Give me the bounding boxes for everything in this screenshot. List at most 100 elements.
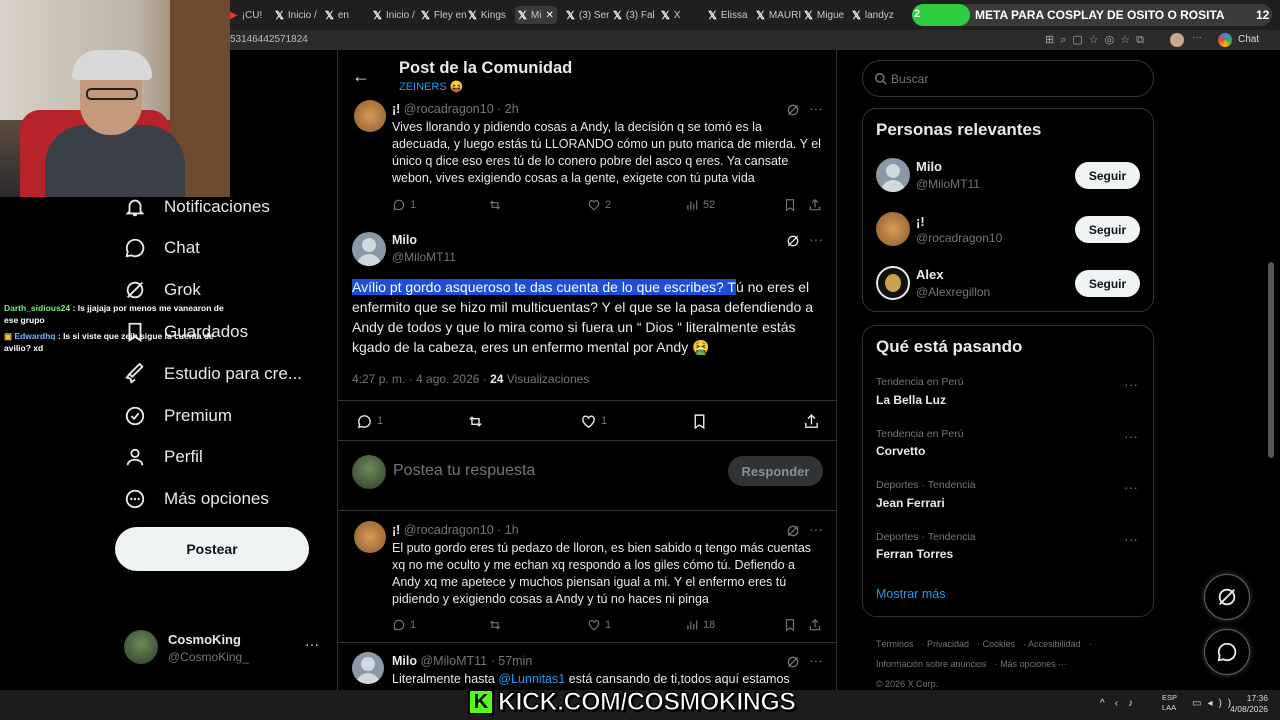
person-handle[interactable]: @Alexregillon (916, 285, 990, 299)
footer-link[interactable]: Términos (876, 639, 914, 649)
search-input[interactable]: Buscar (862, 60, 1154, 97)
nav-chat[interactable]: Chat (124, 234, 200, 262)
person-name[interactable]: Milo (916, 159, 942, 174)
reply-button[interactable]: Responder (728, 456, 823, 486)
browser-tab[interactable]: 𝕏 (3) Fal (613, 6, 655, 24)
community-name[interactable]: ZEINERS 😝 (399, 80, 463, 93)
browser-tab[interactable]: 𝕏landyz (852, 6, 894, 24)
browser-tab[interactable]: ▶ ¡CU! (230, 6, 262, 24)
author-name[interactable]: ¡! (392, 523, 400, 537)
share-button[interactable] (808, 198, 822, 212)
more-icon[interactable]: ··· (1124, 531, 1138, 547)
reply-button[interactable]: 1 (392, 198, 416, 212)
bookmark-button[interactable] (691, 413, 708, 430)
more-icon[interactable]: ··· (1124, 376, 1138, 392)
reply-button[interactable]: 1 (392, 618, 416, 632)
bookmark-button[interactable] (783, 198, 797, 212)
nav-grok[interactable]: Grok (124, 276, 201, 304)
more-icon[interactable]: ··· (1192, 32, 1202, 43)
browser-tab[interactable]: 𝕏 Migue (804, 6, 844, 24)
author-handle[interactable]: @rocadragon10 (404, 523, 494, 537)
trend-name[interactable]: La Bella Luz (876, 393, 946, 407)
browser-tab[interactable]: 𝕏 (3) Ser (566, 6, 609, 24)
footer-link[interactable]: Más opciones ··· (1000, 659, 1067, 669)
post-button[interactable]: Postear (115, 527, 309, 571)
views-button[interactable]: 18 (685, 618, 715, 632)
clock[interactable]: 17:36 4/08/2026 (1228, 693, 1268, 715)
person-handle[interactable]: @MiloMT11 (916, 177, 980, 191)
chat-label[interactable]: Chat (1238, 34, 1259, 45)
more-icon[interactable]: ··· (809, 231, 823, 247)
person-handle[interactable]: @rocadragon10 (916, 231, 1002, 245)
language-indicator[interactable]: ESP LAA (1162, 693, 1177, 713)
repost-button[interactable] (467, 413, 484, 430)
trend-name[interactable]: Ferran Torres (876, 547, 953, 561)
tray-icons[interactable]: ^‹♪ (1100, 698, 1143, 709)
nav-profile[interactable]: Perfil (124, 443, 203, 471)
nav-creator-studio[interactable]: Estudio para cre... (124, 360, 302, 388)
more-icon[interactable]: ··· (1124, 428, 1138, 444)
footer-link[interactable]: Información sobre anuncios (876, 659, 987, 669)
share-button[interactable] (808, 618, 822, 632)
author-name[interactable]: Milo (392, 233, 417, 247)
like-button[interactable]: 2 (587, 198, 611, 212)
browser-tab[interactable]: 𝕏 Elissa (708, 6, 748, 24)
browser-tab[interactable]: 𝕏 Fley en (421, 6, 467, 24)
nav-notifications[interactable]: Notificaciones (124, 193, 270, 221)
browser-tab[interactable]: 𝕏 Inicio / (373, 6, 415, 24)
avatar[interactable] (876, 266, 910, 300)
browser-tab[interactable]: 𝕏X (661, 6, 681, 24)
footer-link[interactable]: Cookies (983, 639, 1016, 649)
author-handle[interactable]: @MiloMT11 (420, 654, 487, 668)
browser-tab[interactable]: 𝕏en (325, 6, 349, 24)
person-name[interactable]: Alex (916, 267, 943, 282)
avatar[interactable] (876, 212, 910, 246)
more-icon[interactable]: ··· (809, 521, 823, 537)
grok-float-button[interactable] (1204, 574, 1250, 620)
scrollbar[interactable] (1268, 262, 1274, 458)
url-text[interactable]: 53146442571824 (230, 34, 308, 45)
avatar[interactable] (352, 232, 386, 266)
trend-name[interactable]: Corvetto (876, 444, 925, 458)
follow-button[interactable]: Seguir (1075, 162, 1140, 189)
more-icon[interactable]: ··· (1124, 479, 1138, 495)
mention-link[interactable]: @Lunnitas1 (498, 672, 565, 686)
browser-tab[interactable]: 𝕏 Kings (468, 6, 506, 24)
browser-tab[interactable]: 𝕏 MAURI (756, 6, 801, 24)
messages-float-button[interactable] (1204, 629, 1250, 675)
repost-button[interactable] (488, 198, 502, 212)
nav-more[interactable]: Más opciones (124, 485, 269, 513)
like-button[interactable]: 1 (580, 413, 607, 430)
author-name[interactable]: ¡! (392, 102, 400, 116)
more-icon[interactable]: ··· (809, 652, 823, 668)
footer-link[interactable]: Privacidad (927, 639, 969, 649)
toolbar-icons[interactable]: ⊞⌕▢☆◎☆⧉ (1045, 33, 1150, 47)
reply-input[interactable]: Postea tu respuesta (393, 462, 535, 480)
nav-premium[interactable]: Premium (124, 402, 232, 430)
account-switcher[interactable]: CosmoKing @CosmoKing_ ··· (124, 630, 324, 670)
follow-button[interactable]: Seguir (1075, 216, 1140, 243)
author-name[interactable]: Milo (392, 654, 417, 668)
avatar[interactable] (354, 521, 386, 553)
avatar[interactable] (352, 652, 384, 684)
like-button[interactable]: 1 (587, 618, 611, 632)
follow-button[interactable]: Seguir (1075, 270, 1140, 297)
trend-name[interactable]: Jean Ferrari (876, 496, 945, 510)
more-icon[interactable]: ··· (305, 636, 319, 652)
show-more-link[interactable]: Mostrar más (876, 587, 945, 601)
more-icon[interactable]: ··· (809, 100, 823, 116)
reply-button[interactable]: 1 (356, 413, 383, 430)
bookmark-button[interactable] (783, 618, 797, 632)
views-button[interactable]: 52 (685, 198, 715, 212)
browser-tab[interactable]: 𝕏 Inicio / (275, 6, 317, 24)
copilot-icon[interactable] (1218, 33, 1232, 47)
share-button[interactable] (803, 413, 820, 430)
grok-icon[interactable] (785, 233, 801, 254)
avatar[interactable] (354, 100, 386, 132)
back-arrow-icon[interactable]: ← (352, 66, 370, 87)
footer-link[interactable]: Accesibilidad (1028, 639, 1081, 649)
browser-avatar[interactable] (1170, 33, 1184, 47)
repost-button[interactable] (488, 618, 502, 632)
author-handle[interactable]: @rocadragon10 (404, 102, 494, 116)
avatar[interactable] (876, 158, 910, 192)
